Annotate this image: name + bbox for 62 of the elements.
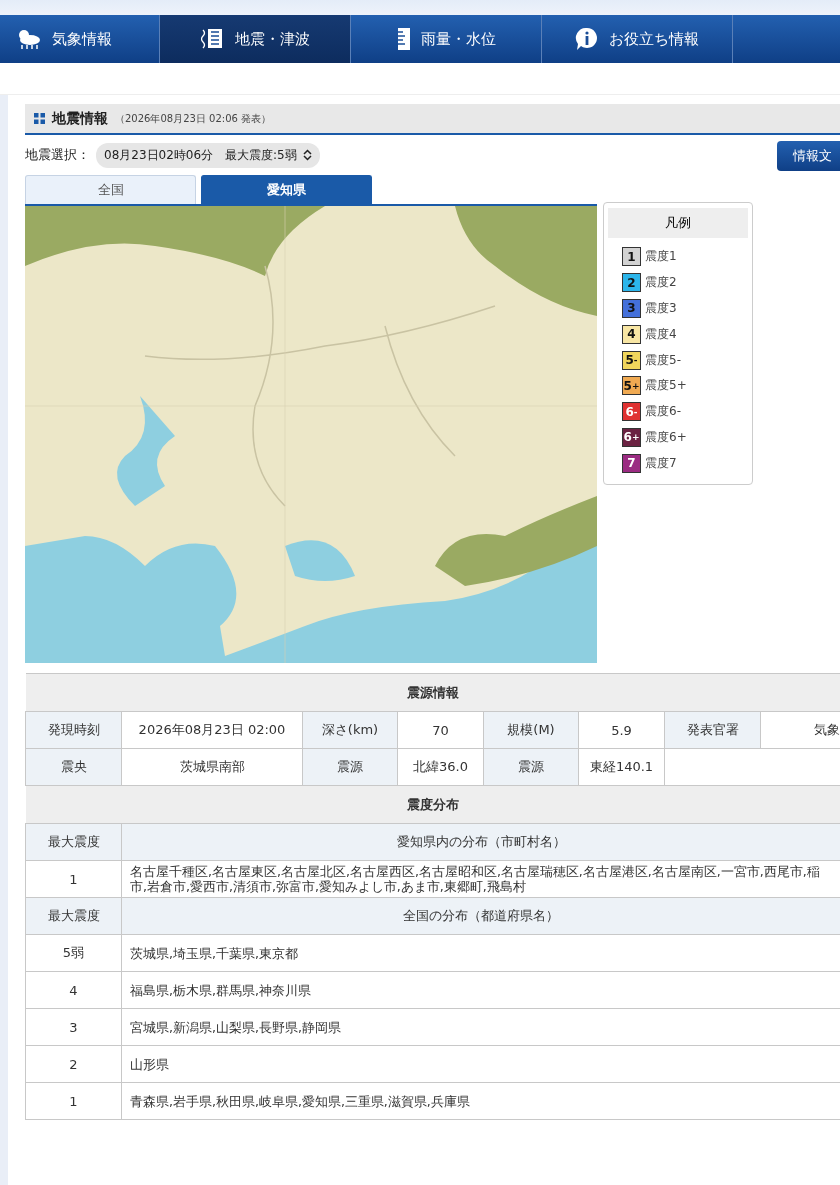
table-cell: 青森県,岩手県,秋田県,岐阜県,愛知県,三重県,滋賀県,兵庫県 [121, 1082, 840, 1120]
table-cell: 名古屋千種区,名古屋東区,名古屋北区,名古屋西区,名古屋昭和区,名古屋瑞穂区,名古屋港区,名古屋南区,一宮市,西尾市,稲市,岩倉市,愛西市,清須市,弥富市,愛知みよし市,あま市,東郷町,飛島村 [121, 860, 840, 898]
table-cell: 1 [25, 1082, 122, 1120]
header-cell: 規模(M) [483, 711, 579, 749]
table-cell: 山形県 [121, 1045, 840, 1083]
intensity-badge: 3 [622, 299, 641, 318]
info-icon [575, 27, 599, 51]
table-cell: 70 [397, 711, 484, 749]
legend-label: 震度2 [645, 274, 677, 292]
header-cell: 震央 [25, 748, 122, 786]
table-cell: 4 [25, 971, 122, 1009]
intensity-badge: 4 [622, 324, 641, 344]
header-cell: 愛知県内の分布（市町村名） [121, 823, 840, 861]
quake-select[interactable]: 08月23日02時06分 最大震度:5弱 [96, 142, 320, 168]
region-tab[interactable]: 全国 [25, 175, 196, 204]
table-cell: 福島県,栃木県,群馬県,神奈川県 [121, 971, 840, 1009]
intensity-badge: 7 [622, 453, 641, 473]
table-cell: 5.9 [578, 711, 665, 749]
report-button[interactable]: 情報文 [777, 141, 840, 171]
table-cell: 1 [25, 860, 122, 898]
header-cell: 最大震度 [25, 823, 122, 861]
selector-label: 地震選択： [25, 146, 90, 164]
intensity-badge: 2 [622, 273, 641, 293]
header-cell: 発現時刻 [25, 711, 122, 749]
table-cell: 北緯36.0 [397, 748, 484, 786]
table-cell: 気象 [760, 711, 840, 749]
nav-tab[interactable]: 雨量・水位 [351, 15, 542, 63]
header-cell: 震源 [302, 748, 398, 786]
header-cell: 震源 [483, 748, 579, 786]
header-cell: 深さ(km) [302, 711, 398, 749]
building-icon [200, 28, 225, 50]
table-cell: 2 [25, 1045, 122, 1083]
table-cell: 3 [25, 1008, 122, 1046]
region-tab[interactable]: 愛知県 [201, 175, 372, 204]
issued-time: （2026年08月23日 02:06 発表） [115, 111, 272, 126]
ruler-icon [396, 28, 411, 50]
table-title: 震源情報 [25, 673, 840, 712]
legend-label: 震度6+ [645, 428, 687, 446]
table-title: 震度分布 [25, 785, 840, 824]
nav-tab[interactable]: お役立ち情報 [542, 15, 733, 63]
header-cell: 全国の分布（都道府県名） [121, 897, 840, 935]
header-cell: 最大震度 [25, 897, 122, 935]
legend-label: 震度6- [645, 403, 681, 421]
legend-label: 震度7 [645, 454, 677, 472]
table-cell: 茨城県南部 [121, 748, 303, 786]
table-cell: 5弱 [25, 934, 122, 972]
legend-label: 震度3 [645, 300, 677, 317]
header-cell: 発表官署 [664, 711, 761, 749]
legend-label: 震度4 [645, 325, 677, 343]
table-cell: 宮城県,新潟県,山梨県,長野県,静岡県 [121, 1008, 840, 1046]
legend-title: 凡例 [608, 208, 748, 238]
grid-icon [34, 113, 45, 124]
table-cell: 東経140.1 [578, 748, 665, 786]
table-cell: 茨城県,埼玉県,千葉県,東京都 [121, 934, 840, 972]
nav-tab[interactable]: 地震・津波 [160, 15, 351, 63]
intensity-badge: 1 [622, 247, 641, 267]
section-title: 地震情報 [52, 109, 108, 128]
updown-icon [302, 149, 312, 161]
legend-label: 震度5- [645, 351, 681, 369]
legend-label: 震度5+ [645, 377, 687, 395]
table-cell: 2026年08月23日 02:00 [121, 711, 303, 749]
legend-label: 震度1 [645, 248, 677, 266]
